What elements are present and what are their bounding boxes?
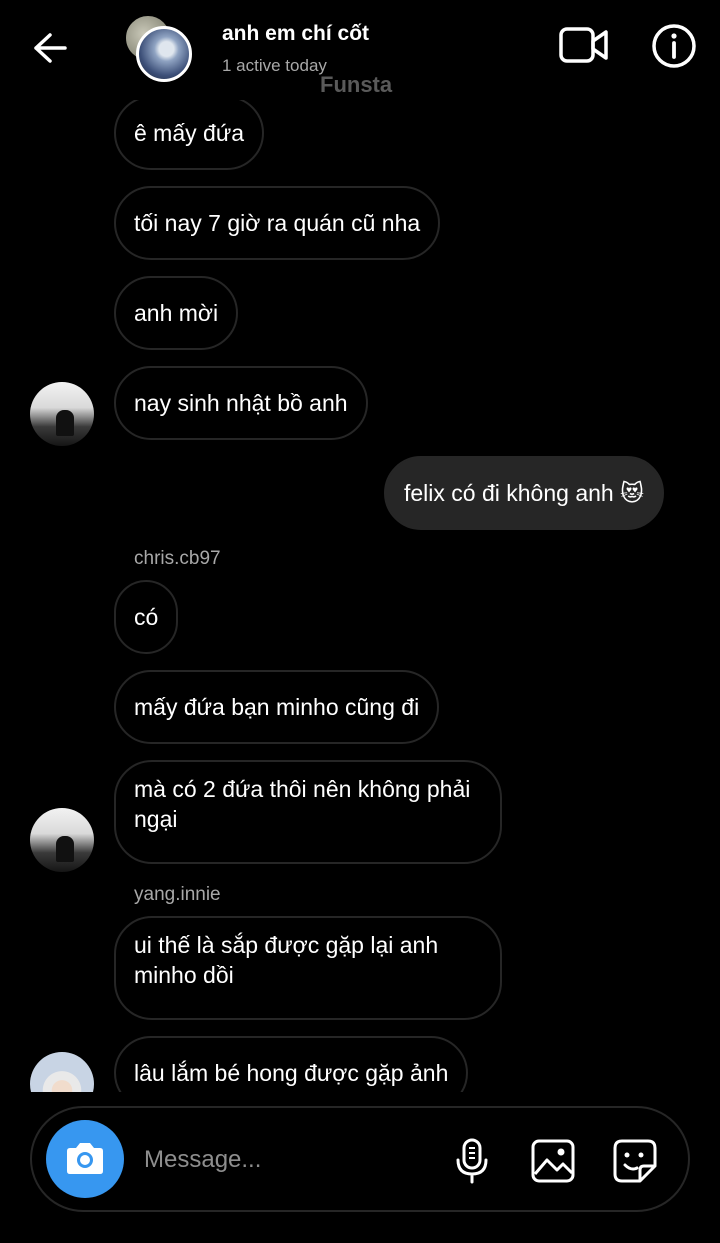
image-icon <box>531 1139 575 1183</box>
sender-name: chris.cb97 <box>134 548 221 569</box>
sender-avatar[interactable] <box>30 382 94 446</box>
arrow-left-icon <box>34 33 67 63</box>
watermark: Funsta <box>320 72 393 97</box>
chat-title[interactable]: anh em chí cốt <box>222 22 369 46</box>
message-composer <box>30 1106 690 1212</box>
member-avatar <box>136 26 192 82</box>
sender-avatar[interactable] <box>30 808 94 872</box>
own-message-bubble[interactable]: felix có đi không anh 😻 <box>384 456 665 530</box>
active-status: 1 active today <box>222 56 327 75</box>
microphone-button[interactable] <box>452 1138 492 1184</box>
microphone-icon <box>456 1138 488 1184</box>
group-avatar[interactable] <box>124 14 196 86</box>
sender-name: yang.innie <box>134 884 221 905</box>
message-input[interactable] <box>144 1138 424 1182</box>
message-bubble[interactable]: nay sinh nhật bồ anh <box>114 366 368 440</box>
video-call-button[interactable] <box>558 24 610 68</box>
info-icon <box>652 24 696 68</box>
info-button[interactable] <box>650 22 698 70</box>
message-bubble[interactable]: tối nay 7 giờ ra quán cũ nha <box>114 186 441 260</box>
sticker-icon <box>613 1139 657 1183</box>
sticker-button[interactable] <box>612 1138 658 1184</box>
message-bubble[interactable]: có <box>114 580 179 654</box>
sender-avatar[interactable] <box>30 1052 94 1092</box>
gallery-button[interactable] <box>530 1138 576 1184</box>
message-bubble[interactable]: mà có 2 đứa thôi nên không phải ngại <box>114 760 502 864</box>
message-bubble[interactable]: mấy đứa bạn minho cũng đi <box>114 670 440 744</box>
camera-button[interactable] <box>46 1120 124 1198</box>
message-bubble[interactable]: ê mấy đứa <box>114 96 265 170</box>
message-bubble[interactable]: ui thế là sắp được gặp lại anh minho dồi <box>114 916 502 1020</box>
video-camera-icon <box>559 27 608 63</box>
message-thread[interactable]: ê mấy đứa tối nay 7 giờ ra quán cũ nha a… <box>0 0 720 1092</box>
message-bubble[interactable]: lâu lắm bé hong được gặp ảnh <box>114 1036 469 1092</box>
message-bubble[interactable]: anh mời <box>114 276 239 350</box>
back-button[interactable] <box>28 26 72 70</box>
camera-icon <box>67 1143 103 1174</box>
